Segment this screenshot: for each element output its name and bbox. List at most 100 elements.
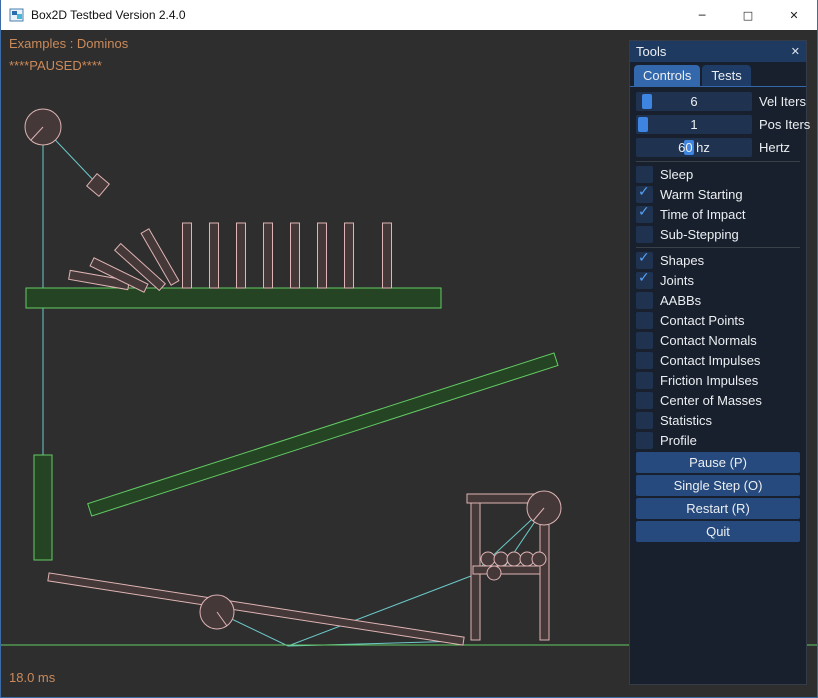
checkbox-box[interactable]: ✓ [636, 206, 653, 223]
slider-value: 60 hz [636, 140, 752, 155]
small-ball [507, 552, 521, 566]
domino-platform [26, 288, 441, 308]
separator [636, 247, 800, 248]
checkbox-label: Warm Starting [660, 187, 743, 202]
slider-label: Pos Iters [759, 117, 810, 132]
checkbox-label: Joints [660, 273, 694, 288]
checkbox-label: Friction Impulses [660, 373, 758, 388]
pause-button[interactable]: Pause (P) [636, 452, 800, 473]
checkbox-contact-normals[interactable]: ✓ Contact Normals [636, 332, 800, 349]
checkbox-box[interactable]: ✓ [636, 432, 653, 449]
checkbox-label: Shapes [660, 253, 704, 268]
domino [237, 223, 246, 288]
small-ball [494, 552, 508, 566]
window-titlebar[interactable]: Box2D Testbed Version 2.4.0 ─ □ ✕ [1, 0, 817, 30]
angled-ramp [88, 353, 558, 516]
checkbox-joints[interactable]: ✓ Joints [636, 272, 800, 289]
checkbox-label: Center of Masses [660, 393, 762, 408]
window-title: Box2D Testbed Version 2.4.0 [31, 8, 679, 22]
domino [345, 223, 354, 288]
checkbox-friction-impulses[interactable]: ✓ Friction Impulses [636, 372, 800, 389]
close-icon[interactable]: ✕ [771, 0, 817, 30]
slider-row-hertz: 60 hz Hertz [636, 138, 800, 157]
domino [264, 223, 273, 288]
checkbox-box[interactable]: ✓ [636, 412, 653, 429]
checkbox-box[interactable]: ✓ [636, 332, 653, 349]
checkbox-box[interactable]: ✓ [636, 372, 653, 389]
panel-content: 6 Vel Iters 1 Pos Iters 60 hz Hertz [630, 87, 806, 542]
minimize-icon[interactable]: ─ [679, 0, 725, 30]
check-icon: ✓ [638, 204, 650, 220]
maximize-icon[interactable]: □ [725, 0, 771, 30]
seesaw-plank [48, 573, 464, 645]
quit-button[interactable]: Quit [636, 521, 800, 542]
checkbox-label: Contact Points [660, 313, 745, 328]
domino [318, 223, 327, 288]
checkbox-box[interactable]: ✓ [636, 166, 653, 183]
checkbox-center-of-masses[interactable]: ✓ Center of Masses [636, 392, 800, 409]
checkbox-label: Time of Impact [660, 207, 745, 222]
checkbox-aabbs[interactable]: ✓ AABBs [636, 292, 800, 309]
domino [291, 223, 300, 288]
checkbox-box[interactable]: ✓ [636, 186, 653, 203]
check-icon: ✓ [638, 184, 650, 200]
checkbox-box[interactable]: ✓ [636, 352, 653, 369]
restart-button[interactable]: Restart (R) [636, 498, 800, 519]
tools-panel: Tools ✕ Controls Tests 6 Vel Iters 1 [629, 40, 807, 685]
tools-panel-titlebar[interactable]: Tools ✕ [630, 41, 806, 62]
checkbox-statistics[interactable]: ✓ Statistics [636, 412, 800, 429]
small-ball [487, 566, 501, 580]
domino [183, 223, 192, 288]
checkbox-time-of-impact[interactable]: ✓ Time of Impact [636, 206, 800, 223]
single-step-button[interactable]: Single Step (O) [636, 475, 800, 496]
checkbox-sub-stepping[interactable]: ✓ Sub-Stepping [636, 226, 800, 243]
separator [636, 161, 800, 162]
domino [383, 223, 392, 288]
check-icon: ✓ [638, 250, 650, 266]
checkbox-sleep[interactable]: ✓ Sleep [636, 166, 800, 183]
app-window: Box2D Testbed Version 2.4.0 ─ □ ✕ Exampl… [0, 0, 818, 698]
checkbox-warm-starting[interactable]: ✓ Warm Starting [636, 186, 800, 203]
small-ball [532, 552, 546, 566]
frame-time: 18.0 ms [9, 670, 55, 685]
slider-value: 6 [636, 94, 752, 109]
checkbox-label: Statistics [660, 413, 712, 428]
checkbox-label: Contact Normals [660, 333, 757, 348]
checkbox-contact-impulses[interactable]: ✓ Contact Impulses [636, 352, 800, 369]
vertical-bar [34, 455, 52, 560]
pos-iters-slider[interactable]: 1 [636, 115, 752, 134]
close-icon[interactable]: ✕ [791, 45, 800, 58]
check-icon: ✓ [638, 270, 650, 286]
example-caption: Examples : Dominos [9, 36, 128, 51]
checkbox-box[interactable]: ✓ [636, 312, 653, 329]
checkbox-profile[interactable]: ✓ Profile [636, 432, 800, 449]
checkbox-contact-points[interactable]: ✓ Contact Points [636, 312, 800, 329]
checkbox-shapes[interactable]: ✓ Shapes [636, 252, 800, 269]
slider-label: Vel Iters [759, 94, 806, 109]
checkbox-label: Sub-Stepping [660, 227, 739, 242]
app-icon [9, 7, 25, 23]
checkbox-box[interactable]: ✓ [636, 392, 653, 409]
slider-row-pos-iters: 1 Pos Iters [636, 115, 800, 134]
frame-shelf [473, 566, 540, 574]
tools-panel-title: Tools [636, 44, 666, 59]
domino [210, 223, 219, 288]
slider-label: Hertz [759, 140, 790, 155]
paused-status: ****PAUSED**** [9, 58, 102, 73]
hertz-slider[interactable]: 60 hz [636, 138, 752, 157]
checkbox-box[interactable]: ✓ [636, 252, 653, 269]
slider-value: 1 [636, 117, 752, 132]
checkbox-label: Profile [660, 433, 697, 448]
tab-controls[interactable]: Controls [634, 65, 700, 86]
panel-buttons: Pause (P) Single Step (O) Restart (R) Qu… [636, 452, 800, 542]
tab-tests[interactable]: Tests [702, 65, 750, 86]
slider-row-vel-iters: 6 Vel Iters [636, 92, 800, 111]
panel-tabbar: Controls Tests [630, 62, 806, 86]
checkbox-label: Sleep [660, 167, 693, 182]
small-ball [481, 552, 495, 566]
vel-iters-slider[interactable]: 6 [636, 92, 752, 111]
checkbox-label: Contact Impulses [660, 353, 760, 368]
checkbox-box[interactable]: ✓ [636, 292, 653, 309]
checkbox-box[interactable]: ✓ [636, 226, 653, 243]
checkbox-box[interactable]: ✓ [636, 272, 653, 289]
